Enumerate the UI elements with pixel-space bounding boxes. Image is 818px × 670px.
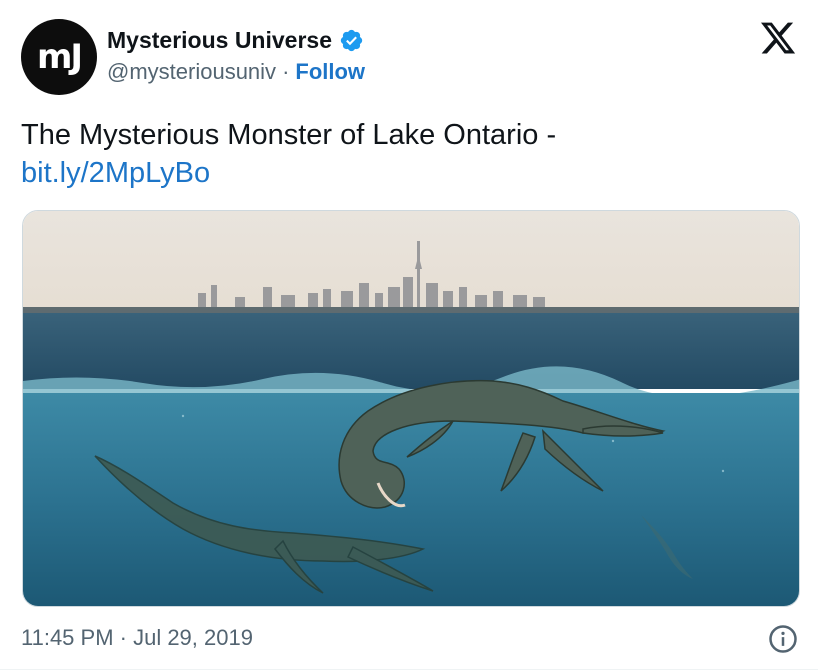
follow-button[interactable]: Follow — [295, 59, 365, 85]
tweet-link[interactable]: bit.ly/2MpLyBo — [21, 154, 210, 192]
name-row: Mysterious Universe — [107, 25, 365, 55]
x-logo-icon[interactable] — [758, 19, 798, 57]
tweet-text: The Mysterious Monster of Lake Ontario -… — [21, 116, 781, 192]
lake-surface — [23, 313, 799, 389]
verified-badge-icon — [340, 29, 363, 51]
tweet-footer: 11:45 PM · Jul 29, 2019 — [21, 622, 800, 654]
avatar[interactable]: mJ — [21, 19, 97, 95]
info-icon[interactable] — [768, 624, 798, 654]
tweet-image[interactable] — [22, 210, 800, 607]
handle-row: @mysteriousuniv · Follow — [107, 59, 365, 85]
display-name[interactable]: Mysterious Universe — [107, 27, 332, 54]
timestamp[interactable]: 11:45 PM · Jul 29, 2019 — [21, 625, 253, 651]
tweet-header: mJ Mysterious Universe @mysteriousuniv ·… — [21, 19, 800, 97]
avatar-text: mJ — [36, 37, 83, 77]
lake-monster-image — [23, 211, 799, 606]
account-names: Mysterious Universe @mysteriousuniv · Fo… — [107, 25, 365, 85]
handle[interactable]: @mysteriousuniv — [107, 59, 276, 85]
shoreline — [23, 307, 799, 313]
tweet-body: The Mysterious Monster of Lake Ontario - — [21, 119, 557, 151]
separator-dot: · — [282, 59, 290, 84]
